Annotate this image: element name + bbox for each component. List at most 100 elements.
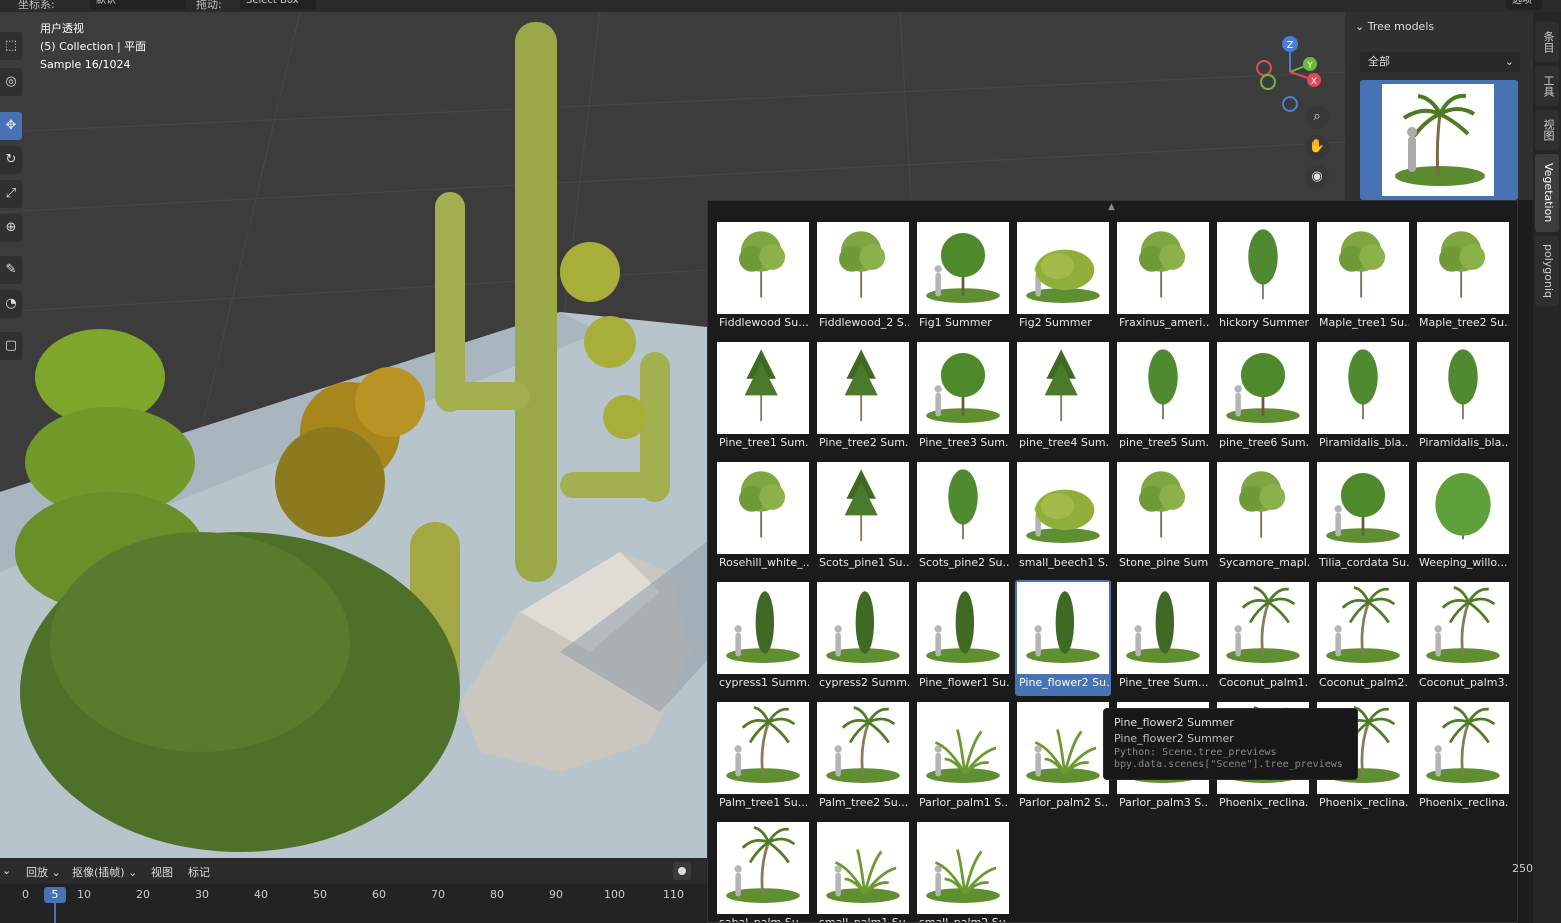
- tree-preview-item[interactable]: pine_tree6 Sum...: [1215, 340, 1311, 456]
- tree-preview-item[interactable]: sabal_palm Su...: [715, 820, 811, 922]
- tree-preview-item[interactable]: Fraxinus_ameri...: [1115, 220, 1211, 336]
- preview-label: Parlor_palm1 S...: [919, 796, 1009, 809]
- tree-thumbnail-icon: [1126, 591, 1200, 663]
- tree-preview-item[interactable]: Maple_tree2 Su...: [1415, 220, 1511, 336]
- editor-type-icon[interactable]: ⌄: [2, 864, 11, 877]
- cursor-tool-icon[interactable]: ◎: [0, 68, 22, 96]
- tree-preview-item[interactable]: Scots_pine2 Su...: [915, 460, 1011, 576]
- scroll-up-icon[interactable]: ▲: [1108, 202, 1115, 212]
- tree-preview-item[interactable]: Pine_flower1 Su...: [915, 580, 1011, 696]
- tree-preview-item[interactable]: Palm_tree1 Su...: [715, 700, 811, 816]
- tree-preview-item[interactable]: Pine_tree2 Sum...: [815, 340, 911, 456]
- tree-preview-item[interactable]: Pine_flower2 Su...: [1015, 580, 1111, 696]
- tree-preview-item[interactable]: Tilia_cordata Su...: [1315, 460, 1411, 576]
- preview-label: Parlor_palm2 S...: [1019, 796, 1109, 809]
- tree-preview-item[interactable]: Sycamore_mapl...: [1215, 460, 1311, 576]
- menu-keying[interactable]: 抠像(插帧) ⌄: [72, 864, 137, 880]
- navigation-gizmo[interactable]: Z Y X: [1252, 32, 1332, 112]
- preview-label: Fig1 Summer: [919, 316, 992, 329]
- selected-preview-button[interactable]: [1360, 80, 1518, 200]
- tree-preview-item[interactable]: Piramidalis_bla...: [1315, 340, 1411, 456]
- tree-thumbnail-icon: [826, 706, 900, 783]
- tab-item[interactable]: 条目: [1535, 22, 1559, 62]
- tick-label: 60: [372, 888, 386, 901]
- tree-preview-item[interactable]: Parlor_palm2 S...: [1015, 700, 1111, 816]
- tree-thumbnail-icon: [1248, 229, 1278, 300]
- drag-dropdown[interactable]: Select Box: [240, 0, 316, 10]
- tab-view[interactable]: 视图: [1535, 110, 1559, 150]
- tab-tool[interactable]: 工具: [1535, 66, 1559, 106]
- preview-image: [817, 462, 909, 554]
- scale-tool-icon[interactable]: ⤢: [0, 180, 22, 208]
- tree-preview-item[interactable]: Coconut_palm2...: [1315, 580, 1411, 696]
- options-dropdown[interactable]: 选项: [1506, 0, 1542, 10]
- tree-preview-item[interactable]: Palm_tree2 Su...: [815, 700, 911, 816]
- gizmo-x-label: X: [1311, 77, 1317, 87]
- tree-thumbnail-icon: [826, 849, 900, 903]
- tree-preview-item[interactable]: Phoenix_reclina...: [1415, 700, 1511, 816]
- tab-polygoniq[interactable]: polygoniq: [1535, 236, 1559, 306]
- tab-vegetation[interactable]: Vegetation: [1535, 154, 1559, 232]
- tree-preview-item[interactable]: Coconut_palm1...: [1215, 580, 1311, 696]
- move-tool-icon[interactable]: ✥: [0, 112, 22, 140]
- tree-models-panel-header[interactable]: ⌄ Tree models: [1355, 20, 1434, 33]
- tree-preview-item[interactable]: Fiddlewood Su...: [715, 220, 811, 336]
- preview-image: [717, 702, 809, 794]
- preview-image: [717, 462, 809, 554]
- preview-image: [917, 702, 1009, 794]
- rotate-tool-icon[interactable]: ↻: [0, 146, 22, 174]
- tree-preview-item[interactable]: Coconut_palm3...: [1415, 580, 1511, 696]
- tree-preview-item[interactable]: cypress1 Summ...: [715, 580, 811, 696]
- measure-tool-icon[interactable]: ◔: [0, 290, 22, 318]
- tree-preview-item[interactable]: Pine_tree3 Sum...: [915, 340, 1011, 456]
- tree-preview-item[interactable]: Fig1 Summer: [915, 220, 1011, 336]
- menu-playback[interactable]: 回放 ⌄: [26, 864, 61, 880]
- coord-dropdown[interactable]: 默认: [90, 0, 186, 10]
- preview-image: [1117, 462, 1209, 554]
- tree-preview-item[interactable]: small_beech1 S...: [1015, 460, 1111, 576]
- select-box-tool-icon[interactable]: ⬚: [0, 32, 22, 60]
- tooltip: Pine_flower2 Summer Pine_flower2 Summer …: [1103, 708, 1358, 780]
- tree-preview-item[interactable]: Pine_tree1 Sum...: [715, 340, 811, 456]
- record-keyframe-button[interactable]: [673, 862, 691, 880]
- tree-preview-item[interactable]: Maple_tree1 Su...: [1315, 220, 1411, 336]
- tree-preview-item[interactable]: small_palm1 Su...: [815, 820, 911, 922]
- tree-thumbnail-icon: [744, 349, 778, 422]
- current-frame-indicator[interactable]: 5: [44, 887, 66, 903]
- zoom-icon[interactable]: ⌕: [1305, 105, 1329, 129]
- preview-image: [917, 222, 1009, 314]
- menu-view[interactable]: 视图: [151, 864, 173, 880]
- category-dropdown[interactable]: 全部 ⌄: [1360, 52, 1520, 72]
- tree-preview-item[interactable]: Fig2 Summer: [1015, 220, 1111, 336]
- tree-preview-item[interactable]: pine_tree5 Sum...: [1115, 340, 1211, 456]
- tree-preview-item[interactable]: Pine_tree Sum...: [1115, 580, 1211, 696]
- preview-label: Maple_tree1 Su...: [1319, 316, 1409, 329]
- annotate-tool-icon[interactable]: ✎: [0, 256, 22, 284]
- tree-preview-item[interactable]: pine_tree4 Sum...: [1015, 340, 1111, 456]
- frame-ruler[interactable]: 0 10 20 30 40 50 60 70 80 90 100 110 5: [0, 884, 707, 923]
- tree-preview-item[interactable]: Piramidalis_bla...: [1415, 340, 1511, 456]
- tree-thumbnail-icon: [1326, 586, 1400, 663]
- collapse-chevron-icon[interactable]: ⌄: [1355, 20, 1364, 33]
- tree-thumbnail-icon: [844, 469, 878, 542]
- menu-marker[interactable]: 标记: [188, 864, 210, 880]
- pan-hand-icon[interactable]: ✋: [1305, 135, 1329, 159]
- transform-tool-icon[interactable]: ⊕: [0, 214, 22, 242]
- tree-preview-item[interactable]: Parlor_palm1 S...: [915, 700, 1011, 816]
- add-cube-tool-icon[interactable]: ▢: [0, 332, 22, 360]
- tooltip-title: Pine_flower2 Summer: [1114, 716, 1234, 729]
- preview-label: Palm_tree1 Su...: [719, 796, 809, 809]
- tree-preview-item[interactable]: Stone_pine Sum...: [1115, 460, 1211, 576]
- tick-label: 10: [77, 888, 91, 901]
- tree-preview-item[interactable]: Weeping_willo...: [1415, 460, 1511, 576]
- tree-preview-item[interactable]: Rosehill_white_...: [715, 460, 811, 576]
- tree-preview-item[interactable]: Scots_pine1 Su...: [815, 460, 911, 576]
- tree-preview-item[interactable]: Fiddlewood_2 S...: [815, 220, 911, 336]
- tree-preview-item[interactable]: small_palm2 Su...: [915, 820, 1011, 922]
- tree-preview-item[interactable]: cypress2 Summ...: [815, 580, 911, 696]
- end-frame-field[interactable]: 250: [1512, 862, 1533, 878]
- tree-preview-item[interactable]: hickory Summer: [1215, 220, 1311, 336]
- camera-view-icon[interactable]: ◉: [1305, 165, 1329, 189]
- preview-image: [1017, 342, 1109, 434]
- preview-image: [1317, 462, 1409, 554]
